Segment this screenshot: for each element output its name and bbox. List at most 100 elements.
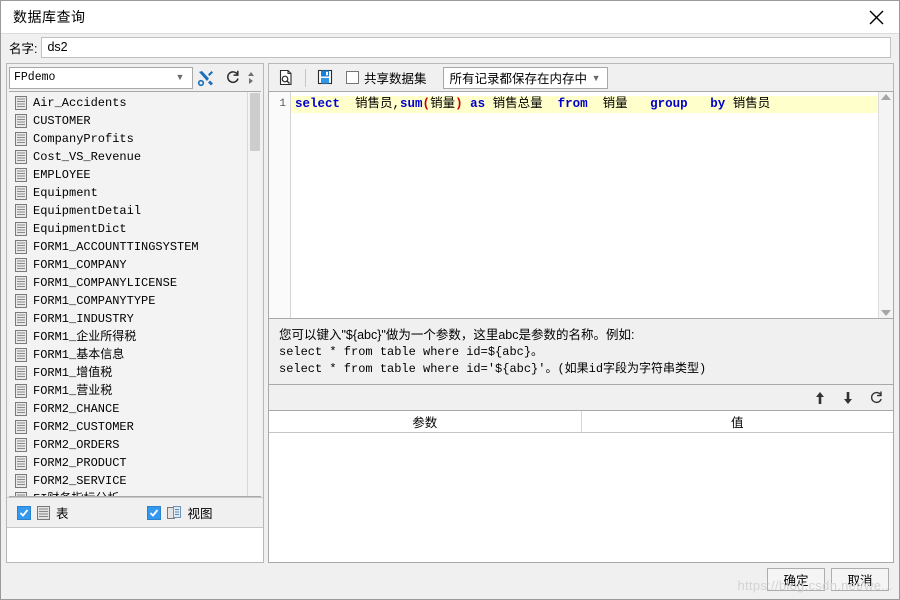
table-icon [15,330,27,344]
list-item[interactable]: FORM2_CHANCE [9,400,247,418]
filter-checkbox-row: 表 视图 [7,497,263,527]
list-item[interactable]: FORM1_增值税 [9,364,247,382]
list-item-label: FORM1_INDUSTRY [33,312,134,326]
list-item[interactable]: FORM1_营业税 [9,382,247,400]
hint-line-3: select * from table where id='${abc}'。(如… [279,362,707,376]
list-item[interactable]: CUSTOMER [9,112,247,130]
hint-line-2: select * from table where id=${abc}。 [279,345,544,359]
list-item[interactable]: FORM1_COMPANYLICENSE [9,274,247,292]
sql-code-area[interactable]: select 销售员,sum(销量) as 销售总量 from 销量 group… [291,92,878,318]
table-filter-checkbox[interactable] [17,505,31,520]
scroll-arrows-icon[interactable] [245,66,256,90]
left-panel-footer-area [7,527,263,562]
table-icon [15,366,27,380]
parameter-table-header: 参数 值 [269,411,893,433]
list-item-label: FORM1_COMPANYLICENSE [33,276,178,290]
table-icon [15,276,27,290]
sql-token: sum [400,97,423,111]
table-icon [15,240,27,254]
share-dataset-checkbox[interactable]: 共享数据集 [346,68,427,87]
list-item-label: FORM2_PRODUCT [33,456,127,470]
list-item[interactable]: FORM2_SERVICE [9,472,247,490]
save-document-icon[interactable] [312,66,338,90]
table-icon [15,294,27,308]
titlebar: 数据库查询 [1,1,899,34]
list-item-label: FORM1_基本信息 [33,348,125,362]
arrow-up-icon[interactable] [811,389,829,407]
wrench-tools-icon[interactable] [193,66,219,90]
list-item-label: FORM2_SERVICE [33,474,127,488]
scroll-up-icon[interactable] [881,94,891,100]
list-item[interactable]: FORM2_ORDERS [9,436,247,454]
chevron-down-icon: ▼ [175,72,185,82]
sql-token: 销售员, [340,97,401,111]
sql-token: 销售员 [725,97,771,111]
list-item[interactable]: FORM1_企业所得税 [9,328,247,346]
close-icon[interactable] [853,1,899,33]
list-item[interactable]: FI财务指标分析 [9,490,247,496]
scroll-down-icon[interactable] [881,310,891,316]
dialog-body: FPdemo ▼ Air_Accidents CUSTOMER CompanyP… [1,60,899,563]
table-icon [15,420,27,434]
parameter-table-body[interactable] [269,433,893,562]
hint-line-1: 您可以键入"${abc}"做为一个参数，这里abc是参数的名称。例如: [279,328,635,342]
table-icon [15,492,27,496]
sql-toolbar: 共享数据集 所有记录都保存在内存中 ▼ [268,63,894,91]
editor-scrollbar[interactable] [878,92,893,318]
list-item[interactable]: FORM1_基本信息 [9,346,247,364]
list-item[interactable]: FORM2_PRODUCT [9,454,247,472]
datasource-toolbar: FPdemo ▼ [7,64,263,91]
list-item[interactable]: FORM2_CUSTOMER [9,418,247,436]
list-item[interactable]: FORM1_INDUSTRY [9,310,247,328]
list-item[interactable]: FORM1_ACCOUNTTINGSYSTEM [9,238,247,256]
table-tree[interactable]: Air_Accidents CUSTOMER CompanyProfits Co… [9,92,247,496]
list-item-label: CompanyProfits [33,132,134,146]
table-icon [15,204,27,218]
line-number-gutter: 1 [269,92,291,318]
arrow-down-icon[interactable] [839,389,857,407]
column-header-value[interactable]: 值 [582,411,894,432]
list-item[interactable]: FORM1_COMPANYTYPE [9,292,247,310]
column-header-param[interactable]: 参数 [269,411,582,432]
list-item[interactable]: CompanyProfits [9,130,247,148]
list-item[interactable]: Cost_VS_Revenue [9,148,247,166]
list-item-label: FORM1_COMPANYTYPE [33,294,156,308]
table-icon [15,222,27,236]
list-item-label: EquipmentDetail [33,204,142,218]
memory-mode-select[interactable]: 所有记录都保存在内存中 ▼ [442,66,609,89]
list-item[interactable]: EquipmentDict [9,220,247,238]
name-input[interactable] [41,36,891,58]
sql-token: select [295,97,341,111]
database-query-dialog: 数据库查询 名字: FPdemo ▼ [0,0,900,600]
list-item[interactable]: EMPLOYEE [9,166,247,184]
table-icon [15,312,27,326]
list-item[interactable]: EquipmentDetail [9,202,247,220]
list-item[interactable]: FORM1_COMPANY [9,256,247,274]
tree-scrollbar[interactable] [247,92,261,496]
table-tree-container: Air_Accidents CUSTOMER CompanyProfits Co… [9,91,261,497]
page-magnifier-icon[interactable] [273,66,299,90]
tree-scrollbar-thumb[interactable] [250,93,260,151]
refresh-icon[interactable] [867,389,885,407]
list-item[interactable]: Air_Accidents [9,94,247,112]
line-number: 1 [279,98,286,110]
sql-editor[interactable]: 1 select 销售员,sum(销量) as 销售总量 from 销量 gro… [268,91,894,319]
refresh-icon[interactable] [219,66,245,90]
list-item-label: FORM2_CUSTOMER [33,420,134,434]
table-icon [15,402,27,416]
sql-token: from [557,97,588,111]
cancel-button[interactable]: 取消 [831,567,889,591]
list-item-label: FORM1_ACCOUNTTINGSYSTEM [33,240,199,254]
ok-button[interactable]: 确定 [767,567,825,591]
sql-token: 销量 [430,97,456,111]
list-item-label: FORM1_增值税 [33,366,113,380]
sql-token: group [650,97,688,111]
list-item-label: Cost_VS_Revenue [33,150,142,164]
sql-token: 销量 [587,97,651,111]
toolbar-separator [305,68,306,87]
view-filter-checkbox[interactable] [146,505,161,520]
table-icon [15,168,27,182]
datasource-select[interactable]: FPdemo ▼ [9,66,193,89]
list-item[interactable]: Equipment [9,184,247,202]
